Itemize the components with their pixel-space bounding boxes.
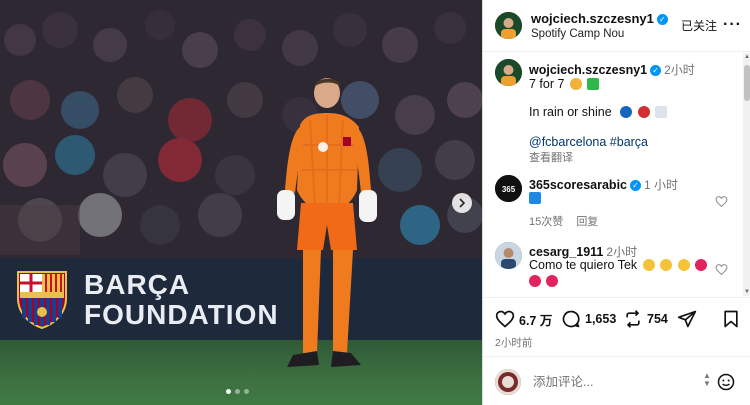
caption-time: 2小时 [664, 63, 695, 77]
verified-badge-icon: ✓ [630, 180, 641, 191]
comment-text: Como te quiero Tek [529, 258, 708, 272]
carousel-dots [226, 389, 249, 394]
next-image-button[interactable] [452, 193, 472, 213]
barca-foundation-board: BARÇA FOUNDATION [0, 258, 482, 340]
red-circle-emoji-icon [637, 106, 650, 118]
like-comment-heart-icon[interactable] [715, 263, 728, 276]
laughing-emoji-icon [677, 259, 690, 271]
fc-barcelona-crest-logo [17, 271, 67, 330]
comment-bubble-icon [562, 310, 580, 328]
comment-meta: 15次赞 回复 [529, 213, 608, 229]
share-button[interactable] [677, 309, 697, 329]
scroll-up-arrow-icon[interactable]: ▲ [744, 54, 750, 60]
like-count: 6.7 万 [519, 313, 553, 328]
verified-badge-icon: ✓ [656, 14, 668, 25]
following-button[interactable]: 已关注 [681, 17, 717, 34]
verified-badge-icon: ✓ [650, 65, 662, 76]
comment-text-line-2 [529, 274, 559, 288]
svg-text:365: 365 [502, 185, 516, 194]
post-location[interactable]: Spotify Camp Nou [531, 28, 624, 40]
comment-button[interactable]: 1,653 [561, 309, 616, 329]
stadium-crowd-background [0, 0, 482, 265]
comment-time: 2小时 [606, 245, 638, 259]
check-mark-emoji-icon [587, 78, 600, 90]
caption-tags-link[interactable]: @fcbarcelona #barça [529, 135, 648, 149]
carousel-dot [235, 389, 240, 394]
paper-plane-icon [677, 310, 697, 328]
viewer-avatar [495, 369, 521, 395]
laughing-emoji-icon [642, 259, 655, 271]
reply-button[interactable]: 回复 [576, 216, 598, 228]
input-resize-stepper-icon[interactable]: ▲ ▼ [703, 372, 711, 388]
scrollbar-thumb[interactable] [744, 65, 750, 101]
emoji-picker-icon[interactable] [717, 373, 735, 391]
comment-text [529, 191, 541, 205]
repost-button[interactable]: 754 [623, 309, 668, 329]
red-heart-emoji-icon [546, 275, 559, 287]
post-side-panel: wojciech.szczesny1 ✓ Spotify Camp Nou 已关注… [482, 0, 750, 405]
post-photo[interactable]: BARÇA FOUNDATION [0, 0, 482, 405]
commenter-username[interactable]: 365scoresarabic ✓ 1 小时 [529, 176, 678, 193]
comment-count: 1,653 [585, 312, 617, 326]
caption-author-avatar[interactable] [495, 59, 522, 86]
carousel-dot [226, 389, 231, 394]
goalkeeper-player [255, 75, 395, 375]
add-comment-bar: ▲▼ [483, 356, 750, 405]
post-time-ago: 2小时前 [495, 337, 533, 349]
comment-likes-count[interactable]: 15次赞 [529, 216, 563, 228]
like-comment-heart-icon[interactable] [715, 195, 728, 208]
commenter-avatar[interactable]: 365 [495, 175, 522, 202]
carousel-dot [244, 389, 249, 394]
post-actions-bar: 6.7 万 1,653 754 2小时前 [483, 297, 750, 349]
comment-input[interactable] [533, 372, 693, 392]
author-username[interactable]: wojciech.szczesny1 ✓ [531, 11, 668, 26]
heart-icon [495, 310, 515, 328]
more-options-icon[interactable]: ··· [723, 16, 742, 34]
caption-username[interactable]: wojciech.szczesny1 ✓ 2小时 [529, 61, 695, 78]
like-button[interactable]: 6.7 万 [495, 309, 552, 329]
red-heart-emoji-icon [695, 259, 708, 271]
repost-icon [626, 310, 640, 328]
comments-scrollbar[interactable]: ▲ ▼ [743, 53, 750, 296]
blue-circle-emoji-icon [620, 106, 633, 118]
repost-count: 754 [647, 312, 668, 326]
red-heart-emoji-icon [529, 275, 541, 287]
comments-scroll-area[interactable]: wojciech.szczesny1 ✓ 2小时 7 for 7 In rain o… [483, 53, 743, 296]
comment-time: 1 小时 [644, 178, 679, 192]
scroll-down-arrow-icon[interactable]: ▼ [744, 289, 750, 295]
post-header: wojciech.szczesny1 ✓ Spotify Camp Nou 已关注… [483, 0, 750, 52]
author-avatar[interactable] [495, 12, 522, 39]
chevron-right-icon [459, 198, 466, 208]
see-translation-link[interactable]: 查看翻译 [529, 149, 573, 165]
laughing-emoji-icon [660, 259, 673, 271]
pitch-grass [0, 340, 482, 405]
save-button[interactable] [721, 309, 741, 329]
board-text-foundation: FOUNDATION [84, 299, 279, 330]
board-text-barca: BARÇA [84, 269, 191, 300]
anchor-emoji-icon [529, 192, 541, 204]
caption-line-2: In rain or shine [529, 105, 668, 119]
caption-line-1: 7 for 7 [529, 77, 600, 91]
flexed-biceps-emoji-icon [569, 78, 582, 90]
bookmark-icon [724, 310, 738, 328]
commenter-avatar[interactable] [495, 242, 522, 269]
rain-cloud-emoji-icon [655, 106, 668, 118]
